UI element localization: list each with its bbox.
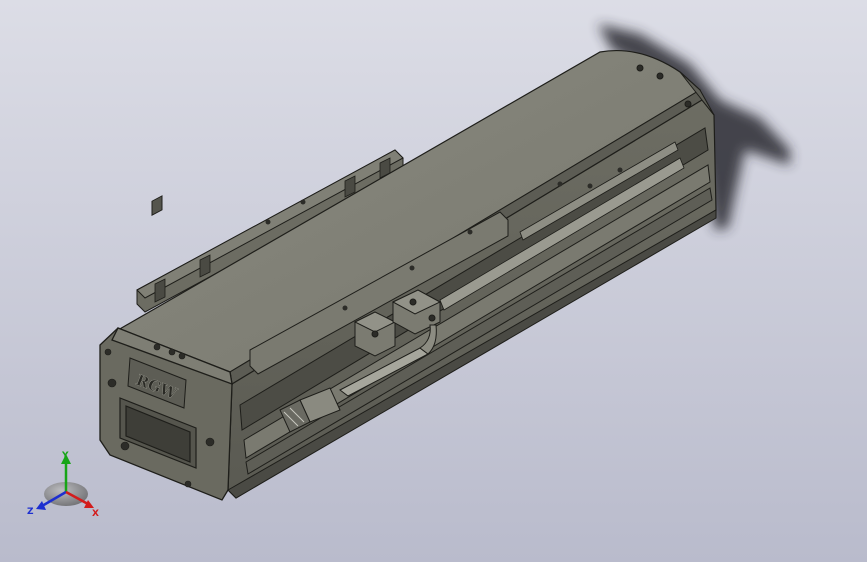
- axis-triad: Y Z X: [27, 451, 99, 519]
- z-axis-label: Z: [27, 507, 34, 517]
- x-axis-label: X: [92, 509, 99, 519]
- carriage-block-front: [353, 311, 397, 357]
- cad-viewport[interactable]: RGW: [0, 0, 867, 562]
- y-axis-label: Y: [61, 451, 69, 461]
